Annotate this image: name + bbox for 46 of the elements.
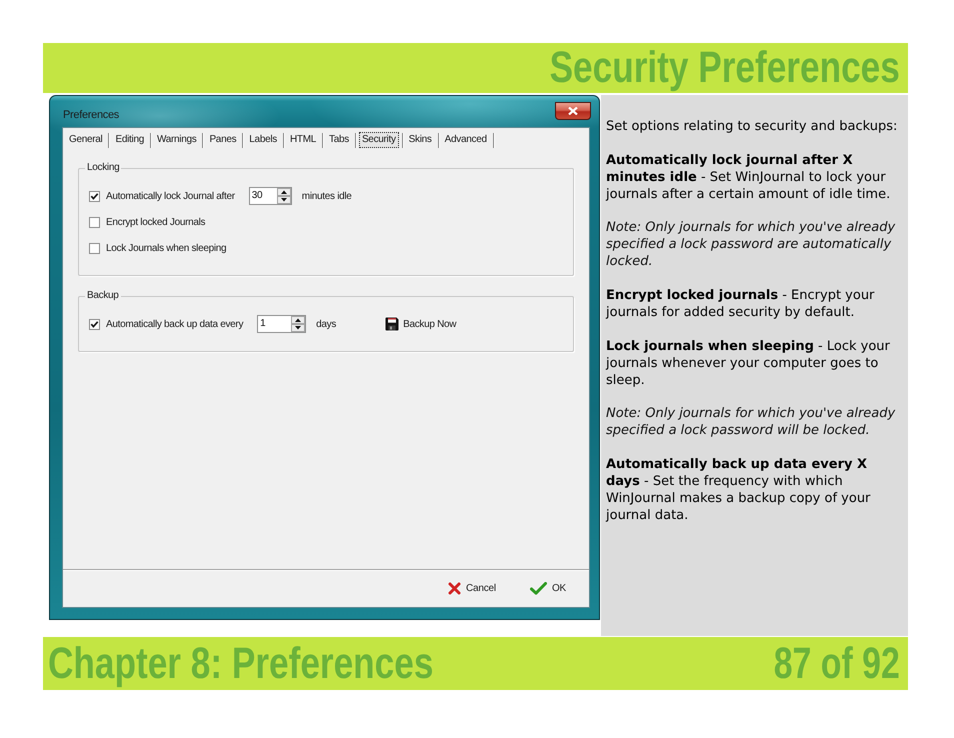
- option-label: Automatically back up data every: [106, 318, 244, 330]
- number-field[interactable]: 30: [248, 187, 292, 205]
- tab[interactable]: General: [66, 132, 106, 148]
- description-text: Automatically lock journal after X minutes idle - Set WinJournal to lock your journals after a certain amount of idle time.: [606, 152, 892, 204]
- close-button[interactable]: [555, 102, 591, 120]
- tab[interactable]: Tabs: [326, 132, 352, 148]
- description-text: Automatically back up data every X days - Set the frequency with which WinJournal makes a backup copy of your journal data.: [606, 457, 872, 525]
- checkbox[interactable]: [89, 242, 100, 254]
- checkbox[interactable]: [89, 190, 100, 202]
- spin-down-icon[interactable]: [291, 324, 306, 332]
- unit-label: days: [316, 318, 336, 330]
- spin-up-icon[interactable]: [276, 188, 291, 196]
- spin-down-icon[interactable]: [276, 196, 291, 204]
- description-text: Lock journals when sleeping - Lock your journals whenever your computer goes to sleep.: [606, 338, 891, 390]
- cancel-button[interactable]: Cancel: [448, 582, 496, 595]
- tab[interactable]: Skins: [406, 132, 435, 148]
- ok-button[interactable]: OK: [530, 582, 566, 595]
- note-text: Note: Only journals for which you've already specified a lock password are automatically locked.: [606, 220, 896, 272]
- check-icon: [530, 582, 547, 595]
- spin-up-icon[interactable]: [291, 316, 306, 324]
- checkbox[interactable]: [89, 216, 100, 228]
- chapter-title: Chapter 8: Preferences: [48, 640, 434, 686]
- group-title: Backup: [86, 290, 120, 302]
- checkbox[interactable]: [89, 318, 100, 330]
- description-text: Set options relating to security and backups:: [606, 119, 898, 136]
- tab[interactable]: Security: [358, 132, 399, 148]
- unit-label: minutes idle: [302, 190, 352, 202]
- note-text: Note: Only journals for which you've already specified a lock password will be locked.: [606, 406, 896, 440]
- option-label: Encrypt locked Journals: [106, 216, 206, 228]
- number-field[interactable]: 1: [257, 315, 306, 333]
- description-text: Encrypt locked journals - Encrypt your journals for added security by default.: [606, 288, 876, 322]
- option-label: Lock Journals when sleeping: [106, 242, 226, 254]
- tab[interactable]: HTML: [286, 132, 319, 148]
- tab[interactable]: Warnings: [154, 132, 200, 148]
- tab[interactable]: Labels: [246, 132, 280, 148]
- tab[interactable]: Panes: [206, 132, 240, 148]
- dialog-title: Preferences: [63, 109, 120, 122]
- option-label: Automatically lock Journal after: [106, 190, 235, 202]
- tab[interactable]: Advanced: [442, 132, 490, 148]
- backup-now-button[interactable]: Backup Now: [385, 317, 456, 331]
- close-icon: [568, 107, 578, 115]
- cross-icon: [448, 582, 461, 595]
- tab[interactable]: Editing: [112, 132, 147, 148]
- page-number: 87 of 92: [774, 640, 900, 686]
- group-title: Locking: [86, 162, 120, 174]
- page-title: Security Preferences: [550, 45, 900, 91]
